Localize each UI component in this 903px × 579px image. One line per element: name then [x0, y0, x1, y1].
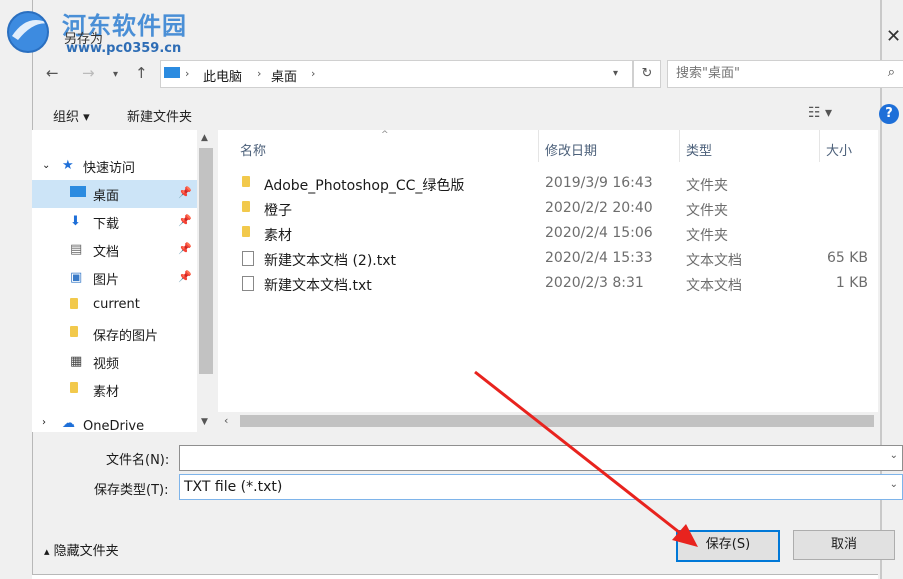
filetype-select[interactable]: TXT file (*.txt) ⌄ [179, 474, 903, 500]
column-divider [538, 130, 539, 162]
nav-downloads[interactable]: ⬇ 下载 📌 [32, 208, 198, 236]
pin-icon: 📌 [178, 242, 192, 255]
folder-icon [70, 298, 78, 313]
nav-current[interactable]: current [32, 292, 198, 320]
folder-icon [242, 176, 250, 190]
pin-icon: 📌 [178, 214, 192, 227]
scroll-left-icon[interactable]: ‹ [224, 414, 228, 427]
sort-ascending-icon: ^ [381, 130, 389, 140]
computer-icon [164, 67, 180, 78]
chevron-right-icon: › [311, 67, 316, 80]
scrollbar-thumb[interactable] [199, 148, 213, 374]
background-window [0, 0, 32, 579]
nav-quick-access[interactable]: ⌄ ★ 快速访问 [32, 152, 198, 180]
chevron-down-icon[interactable]: ⌄ [42, 160, 50, 171]
back-arrow-icon[interactable]: ← [46, 64, 59, 82]
save-button[interactable]: 保存(S) [676, 530, 780, 562]
cloud-icon: ☁ [62, 416, 75, 431]
breadcrumb-this-pc[interactable]: 此电脑 [203, 66, 242, 85]
column-divider [679, 130, 680, 162]
column-header-type[interactable]: 类型 [686, 140, 712, 159]
chevron-right-icon[interactable]: › [42, 417, 46, 428]
nav-scrollbar[interactable]: ▲ ▼ [197, 130, 215, 432]
filename-label: 文件名(N): [106, 453, 170, 468]
view-options-icon[interactable]: ☷ ▾ [808, 105, 832, 121]
scroll-up-icon[interactable]: ▲ [201, 133, 208, 143]
column-divider [819, 130, 820, 162]
folder-icon [70, 326, 78, 341]
nav-desktop[interactable]: 桌面 📌 [32, 180, 198, 208]
file-list: ^ 名称 修改日期 类型 大小 Adobe_Photoshop_CC_绿色版 2… [218, 130, 878, 412]
scroll-down-icon[interactable]: ▼ [201, 417, 208, 427]
text-file-icon [242, 251, 254, 269]
file-row[interactable]: Adobe_Photoshop_CC_绿色版 2019/3/9 16:43 文件… [218, 171, 878, 196]
chevron-down-icon[interactable]: ⌄ [890, 479, 898, 490]
nav-videos[interactable]: ▦ 视频 [32, 348, 198, 376]
hide-folders-toggle[interactable]: ▴ 隐藏文件夹 [44, 540, 119, 559]
star-icon: ★ [62, 158, 74, 173]
close-icon[interactable]: ✕ [886, 26, 901, 47]
desktop-icon [70, 186, 86, 201]
column-header-size[interactable]: 大小 [826, 140, 852, 159]
file-row[interactable]: 新建文本文档 (2).txt 2020/2/4 15:33 文本文档 65 KB [218, 246, 878, 271]
organize-button[interactable]: 组织 ▾ [53, 106, 90, 125]
search-box[interactable]: ⌕ [667, 60, 903, 88]
folder-icon [242, 201, 250, 215]
refresh-icon[interactable]: ↻ [633, 60, 661, 88]
search-input[interactable] [674, 65, 868, 82]
column-header-modified[interactable]: 修改日期 [545, 140, 597, 159]
nav-documents[interactable]: ▤ 文档 📌 [32, 236, 198, 264]
file-row[interactable]: 新建文本文档.txt 2020/2/3 8:31 文本文档 1 KB [218, 271, 878, 296]
folder-icon [242, 226, 250, 240]
chevron-right-icon: › [257, 67, 262, 80]
nav-onedrive[interactable]: › ☁ OneDrive [32, 414, 198, 432]
chevron-down-icon[interactable]: ⌄ [890, 450, 898, 461]
dialog-title: 另存为 [64, 32, 104, 47]
file-list-scrollbar[interactable]: ‹ [218, 412, 878, 430]
document-icon: ▤ [70, 242, 83, 257]
chevron-right-icon: › [185, 67, 190, 80]
nav-materials[interactable]: 素材 [32, 376, 198, 404]
file-row[interactable]: 素材 2020/2/4 15:06 文件夹 [218, 221, 878, 246]
video-icon: ▦ [70, 354, 83, 369]
file-row[interactable]: 橙子 2020/2/2 20:40 文件夹 [218, 196, 878, 221]
chevron-up-icon: ▴ [44, 545, 50, 558]
nav-saved-pictures[interactable]: 保存的图片 [32, 320, 198, 348]
search-icon: ⌕ [887, 65, 895, 80]
pin-icon: 📌 [178, 186, 192, 199]
picture-icon: ▣ [70, 270, 83, 285]
column-header-name[interactable]: 名称 [240, 140, 266, 159]
address-dropdown-icon[interactable]: ▾ [613, 68, 618, 79]
text-file-icon [242, 276, 254, 294]
recent-locations-chevron-icon[interactable]: ▾ [113, 69, 118, 80]
new-folder-button[interactable]: 新建文件夹 [127, 106, 192, 125]
download-icon: ⬇ [70, 214, 81, 229]
folder-icon [70, 382, 78, 397]
scrollbar-thumb[interactable] [240, 415, 874, 427]
watermark-logo-icon [7, 11, 50, 53]
breadcrumb-desktop[interactable]: 桌面 [271, 66, 297, 85]
filetype-label: 保存类型(T): [94, 483, 169, 498]
pin-icon: 📌 [178, 270, 192, 283]
help-icon[interactable]: ? [879, 104, 899, 124]
forward-arrow-icon[interactable]: → [82, 64, 95, 82]
address-bar[interactable]: › 此电脑 › 桌面 › ▾ [160, 60, 633, 88]
cancel-button[interactable]: 取消 [793, 530, 895, 560]
up-arrow-icon[interactable]: ↑ [135, 64, 148, 82]
filename-field[interactable]: ⌄ [179, 445, 903, 471]
nav-pictures[interactable]: ▣ 图片 📌 [32, 264, 198, 292]
navigation-pane: ⌄ ★ 快速访问 桌面 📌 ⬇ 下载 📌 ▤ 文档 📌 ▣ 图片 📌 curre… [32, 130, 215, 432]
